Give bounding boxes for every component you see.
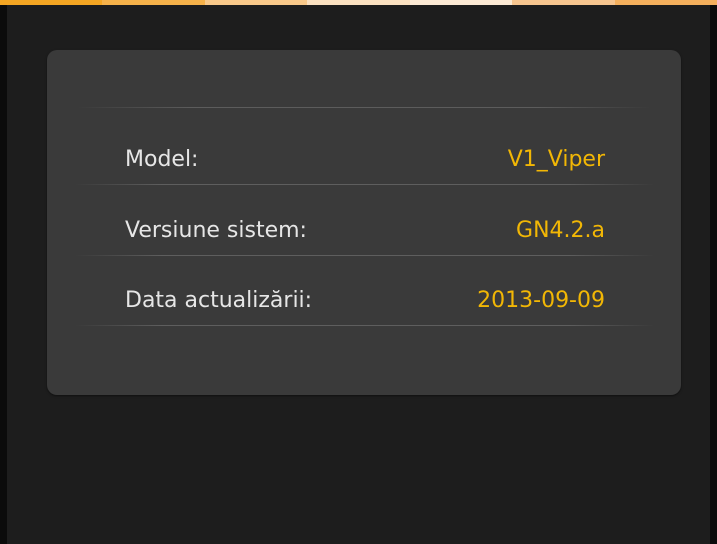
screen-left-edge	[0, 5, 7, 544]
model-value: V1_Viper	[507, 147, 605, 172]
accent-segment	[409, 0, 513, 5]
accent-segment	[614, 0, 717, 5]
accent-segment	[0, 0, 103, 5]
accent-segment	[512, 0, 615, 5]
update-date-label: Data actualizării:	[125, 288, 313, 313]
update-date-value: 2013-09-09	[477, 288, 605, 313]
system-version-value: GN4.2.a	[516, 218, 605, 243]
panel-header-divider	[77, 107, 651, 108]
model-label: Model:	[125, 147, 199, 172]
accent-segment	[102, 0, 205, 5]
screen-right-edge	[710, 5, 717, 544]
top-accent-strip	[0, 0, 717, 5]
system-info-panel: Model: V1_Viper Versiune sistem: GN4.2.a…	[47, 50, 681, 395]
accent-segment	[307, 0, 410, 5]
row-divider	[75, 255, 655, 256]
system-version-label: Versiune sistem:	[125, 218, 307, 243]
info-row-system-version: Versiune sistem: GN4.2.a	[75, 211, 655, 256]
row-divider	[75, 325, 655, 326]
info-row-model: Model: V1_Viper	[75, 140, 655, 185]
row-divider	[75, 184, 655, 185]
info-row-update-date: Data actualizării: 2013-09-09	[75, 281, 655, 326]
accent-segment	[204, 0, 308, 5]
